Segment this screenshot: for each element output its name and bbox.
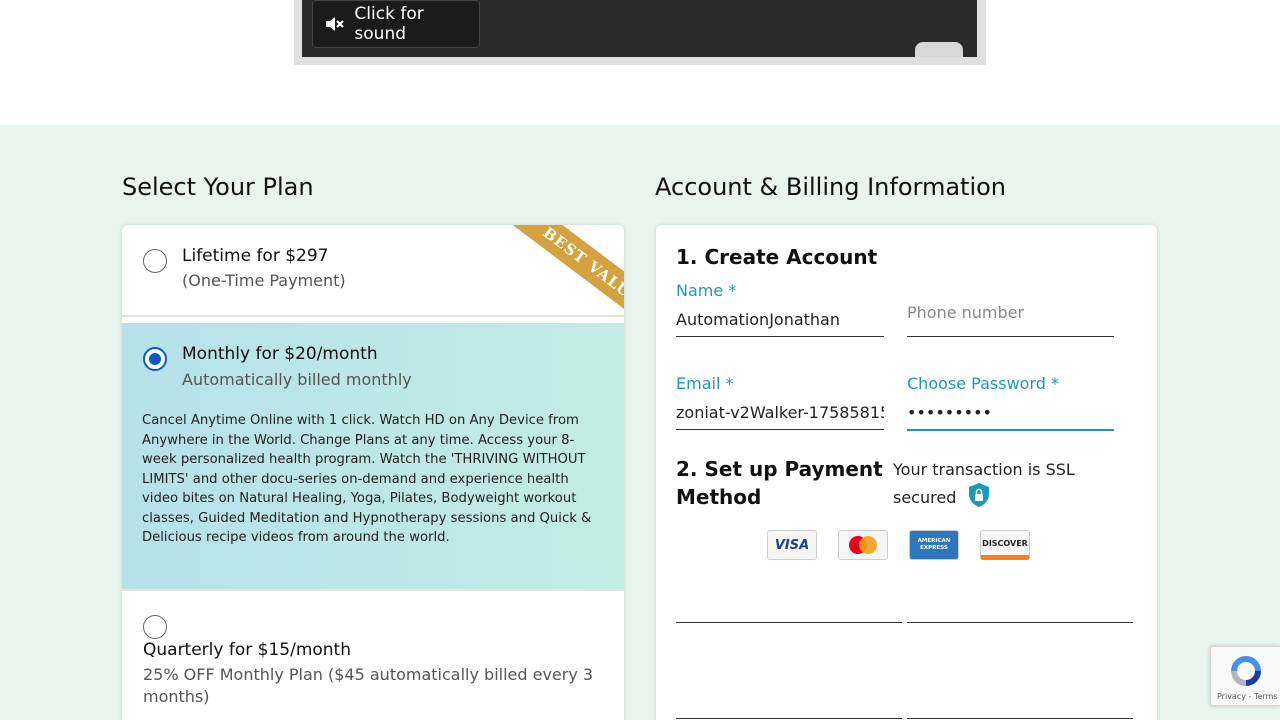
plan-section-title: Select Your Plan bbox=[122, 173, 314, 201]
radio-lifetime[interactable] bbox=[143, 249, 167, 273]
plan-card: Lifetime for $297 (One-Time Payment) BES… bbox=[122, 225, 624, 720]
card-number-field[interactable] bbox=[676, 622, 902, 623]
ssl-notice: Your transaction is SSL secured bbox=[893, 458, 1103, 515]
recaptcha-links[interactable]: Privacy - Terms bbox=[1217, 692, 1278, 701]
payment-heading-line2: Method bbox=[676, 485, 762, 509]
checkout-section: Select Your Plan Account & Billing Infor… bbox=[0, 125, 1280, 720]
account-section-title: Account & Billing Information bbox=[655, 173, 1007, 201]
plan-title-monthly: Monthly for $20/month bbox=[182, 344, 378, 364]
card-expiry-field[interactable] bbox=[907, 622, 1133, 623]
plan-subtitle-monthly: Automatically billed monthly bbox=[182, 370, 412, 389]
name-input[interactable]: AutomationJonathan bbox=[676, 310, 884, 329]
recaptcha-logo-icon bbox=[1228, 653, 1264, 693]
amex-icon: AMERICAN EXPRESS bbox=[909, 530, 959, 560]
plan-subtitle-lifetime: (One-Time Payment) bbox=[182, 271, 346, 290]
plan-option-monthly[interactable]: Monthly for $20/month Automatically bill… bbox=[122, 323, 624, 589]
muted-speaker-icon bbox=[313, 13, 354, 35]
plan-option-quarterly[interactable]: Quarterly for $15/month 25% OFF Monthly … bbox=[122, 591, 624, 720]
plan-divider bbox=[122, 315, 624, 317]
video-player-frame: Click for sound bbox=[294, 0, 986, 65]
accepted-cards: VISA AMERICAN EXPRESS DISCOVER bbox=[767, 530, 1030, 560]
plan-title-lifetime: Lifetime for $297 bbox=[182, 246, 329, 266]
card-cvc-field[interactable] bbox=[676, 718, 902, 719]
mastercard-icon bbox=[838, 530, 888, 560]
radio-monthly[interactable] bbox=[143, 347, 167, 371]
discover-icon: DISCOVER bbox=[980, 530, 1030, 560]
plan-subtitle-quarterly: 25% OFF Monthly Plan ($45 automatically … bbox=[143, 665, 594, 706]
recaptcha-badge[interactable]: Privacy - Terms bbox=[1210, 646, 1280, 706]
plan-description-monthly: Cancel Anytime Online with 1 click. Watc… bbox=[142, 413, 592, 545]
click-for-sound-button[interactable]: Click for sound bbox=[312, 0, 480, 48]
create-account-heading: 1. Create Account bbox=[676, 245, 878, 269]
phone-underline bbox=[907, 336, 1114, 337]
visa-icon: VISA bbox=[767, 530, 817, 560]
payment-heading-line1: 2. Set up Payment bbox=[676, 457, 883, 481]
phone-input[interactable]: Phone number bbox=[907, 303, 1024, 322]
name-label: Name * bbox=[676, 281, 737, 300]
password-underline bbox=[907, 429, 1114, 431]
email-underline bbox=[676, 429, 884, 430]
shield-lock-icon bbox=[967, 482, 991, 515]
email-label: Email * bbox=[676, 374, 734, 393]
plan-option-lifetime[interactable]: Lifetime for $297 (One-Time Payment) BES… bbox=[122, 225, 624, 317]
name-underline bbox=[676, 336, 884, 337]
best-value-ribbon: BEST VALUE bbox=[492, 225, 624, 313]
email-input[interactable]: zoniat-v2Walker-1758581534 bbox=[676, 403, 884, 422]
password-label: Choose Password * bbox=[907, 374, 1059, 393]
video-player[interactable]: Click for sound bbox=[302, 0, 977, 57]
card-zip-field[interactable] bbox=[907, 718, 1133, 719]
sound-button-label: Click for sound bbox=[354, 4, 424, 44]
youtube-play-icon[interactable] bbox=[915, 42, 963, 57]
radio-quarterly[interactable] bbox=[143, 615, 167, 639]
best-value-label: BEST VALUE bbox=[511, 225, 624, 313]
account-billing-card: 1. Create Account Name * AutomationJonat… bbox=[656, 225, 1157, 720]
plan-title-quarterly: Quarterly for $15/month bbox=[143, 640, 351, 660]
password-input[interactable]: ••••••••• bbox=[907, 403, 1114, 422]
